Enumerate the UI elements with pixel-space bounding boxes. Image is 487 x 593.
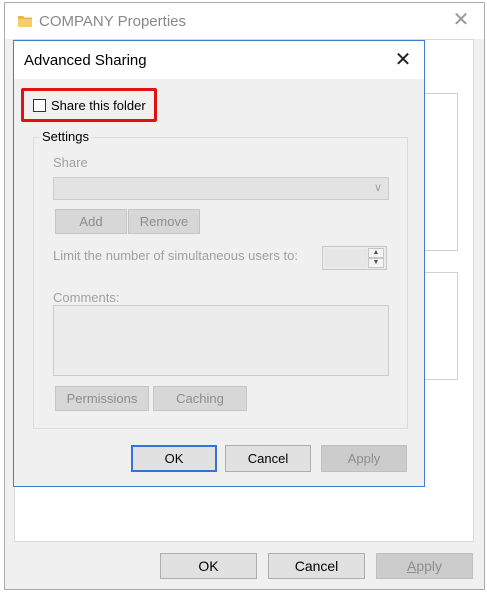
parent-apply-button: Apply [376,553,473,579]
share-name-label: Share [53,155,88,170]
parent-panel-box [424,93,458,251]
caching-button: Caching [153,386,247,411]
user-limit-value [325,249,367,267]
apply-button: Apply [321,445,407,472]
parent-titlebar: COMPANY Properties ✕ [5,3,484,39]
ok-button[interactable]: OK [131,445,217,472]
user-limit-label: Limit the number of simultaneous users t… [53,248,298,263]
settings-legend: Settings [39,129,92,144]
advanced-sharing-dialog: Advanced Sharing ✕ Share this folder Set… [13,40,425,487]
comments-label: Comments: [53,290,120,305]
add-button: Add [55,209,127,234]
share-folder-checkbox[interactable] [33,99,46,112]
parent-panel-box [424,272,458,380]
folder-icon [18,16,32,27]
remove-button: Remove [128,209,200,234]
share-folder-label[interactable]: Share this folder [51,98,146,113]
comments-field [53,305,389,376]
user-limit-spinner: ▲ ▼ [322,246,387,270]
permissions-button: Permissions [55,386,149,411]
spin-down-icon: ▼ [368,258,384,268]
parent-close-icon[interactable]: ✕ [450,9,472,31]
close-icon[interactable]: ✕ [392,49,414,71]
chevron-down-icon: ∨ [373,182,382,194]
parent-cancel-button[interactable]: Cancel [268,553,365,579]
dialog-titlebar: Advanced Sharing ✕ [14,41,424,79]
dialog-title: Advanced Sharing [24,52,147,69]
share-name-dropdown: ∨ [53,177,389,200]
parent-window-title: COMPANY Properties [39,13,186,30]
cancel-button[interactable]: Cancel [225,445,311,472]
spin-up-icon: ▲ [368,248,384,258]
parent-ok-button[interactable]: OK [160,553,257,579]
